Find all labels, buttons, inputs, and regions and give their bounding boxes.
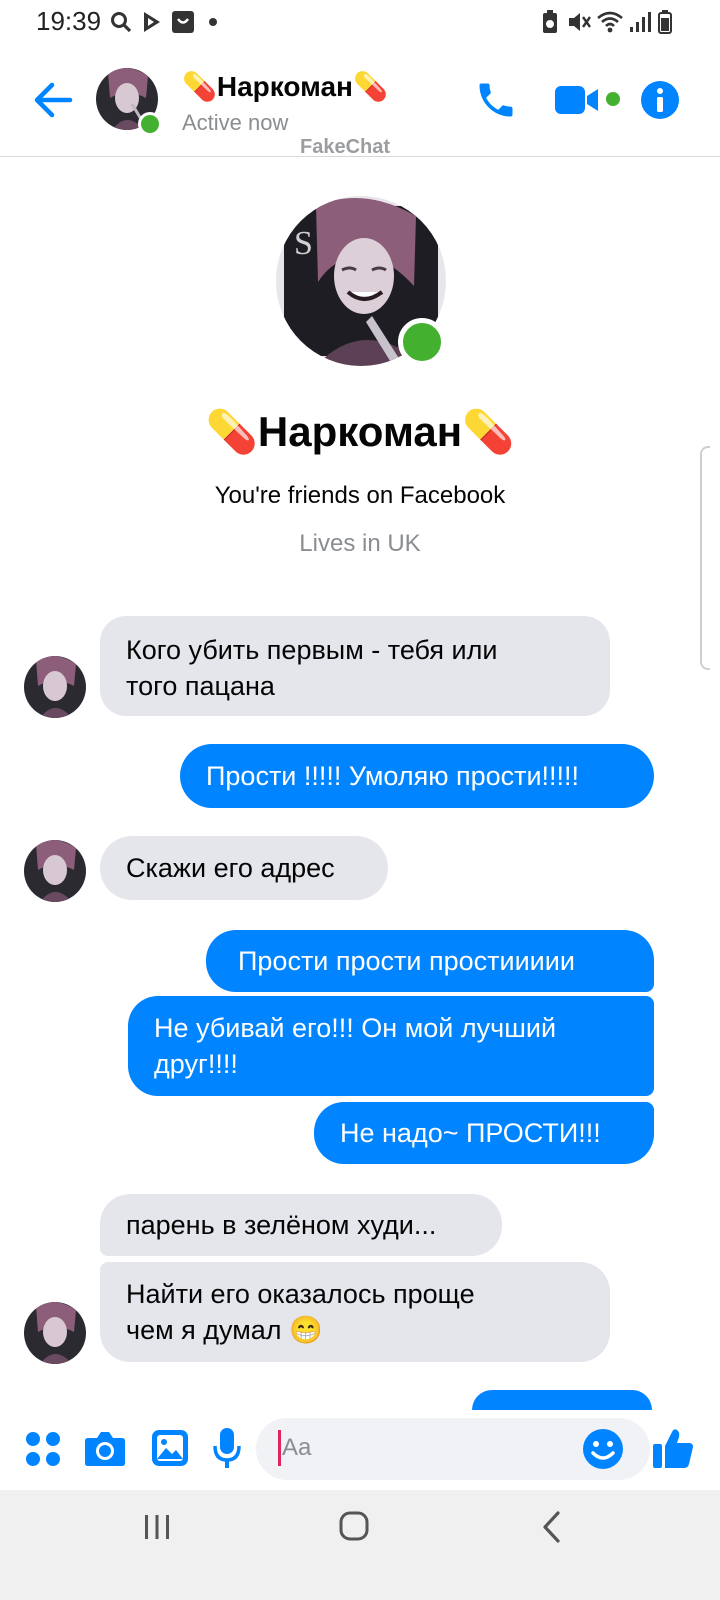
message-text: Не надо~ ПРОСТИ!!! (340, 1118, 601, 1148)
message-input-placeholder: Aa (282, 1434, 312, 1461)
message-bubble-outgoing[interactable]: Не надо~ ПРОСТИ!!! (314, 1102, 654, 1164)
watermark: FakeChat (300, 136, 391, 158)
contact-name[interactable]: 💊Наркоман💊 (182, 70, 388, 103)
recent-apps-icon[interactable] (142, 1512, 172, 1542)
text-caret (278, 1430, 281, 1466)
svg-text:S: S (294, 225, 313, 262)
message-text: Не убивай его!!! Он мой лучший (154, 1013, 557, 1043)
dot-icon (206, 10, 220, 34)
message-text: Найти его оказалось проще (126, 1279, 475, 1309)
camera-icon[interactable] (84, 1428, 126, 1468)
phone-icon[interactable] (474, 78, 518, 122)
video-camera-icon[interactable] (554, 82, 602, 118)
profile-name: 💊Наркоман💊 (205, 408, 515, 455)
message-text: парень в зелёном худи... (126, 1210, 437, 1240)
sender-avatar[interactable] (24, 656, 86, 718)
message-bubble-incoming[interactable]: Найти его оказалось проще чем я думал 😁 (100, 1262, 610, 1362)
thumbs-up-icon[interactable] (652, 1426, 694, 1470)
lives-line: Lives in UK (299, 530, 421, 557)
search-icon (108, 10, 134, 34)
apps-icon[interactable] (24, 1430, 62, 1468)
message-text: Кого убить первым - тебя или (126, 635, 498, 665)
message-text: Прости !!!!! Умоляю прости!!!!! (206, 761, 580, 791)
message-bubble-outgoing-partial (472, 1390, 652, 1410)
message-text: того пацана (126, 671, 275, 701)
chat-header: 💊Наркоман💊 Active now FakeChat (0, 44, 720, 158)
sender-avatar[interactable] (24, 1302, 86, 1364)
info-icon[interactable] (640, 80, 680, 120)
microphone-icon[interactable] (212, 1426, 242, 1470)
mute-icon (566, 10, 592, 34)
scrollbar[interactable] (700, 446, 710, 670)
message-bubble-incoming[interactable]: Кого убить первым - тебя или того пацана (100, 616, 610, 716)
message-text: Скажи его адрес (126, 853, 335, 883)
home-icon[interactable] (338, 1510, 370, 1542)
back-icon[interactable] (540, 1510, 564, 1544)
gallery-icon[interactable] (150, 1428, 190, 1468)
message-bubble-incoming[interactable]: Скажи его адрес (100, 836, 388, 900)
arrow-left-icon[interactable] (30, 80, 76, 120)
friends-line: You're friends on Facebook (214, 482, 506, 509)
message-bubble-incoming[interactable]: парень в зелёном худи... (100, 1194, 502, 1256)
status-time: 19:39 (36, 6, 102, 36)
system-navigation-bar (0, 1490, 720, 1600)
online-indicator (138, 112, 162, 136)
sender-avatar[interactable] (24, 840, 86, 902)
battery-icon (656, 10, 674, 34)
smiley-icon[interactable] (582, 1428, 624, 1470)
message-bubble-outgoing[interactable]: Не убивай его!!! Он мой лучший друг!!!! (128, 996, 654, 1096)
play-store-icon (140, 10, 164, 34)
profile-online-indicator (398, 318, 446, 366)
message-text: Прости прости простиииии (238, 946, 575, 976)
signal-icon (628, 10, 652, 34)
message-bubble-outgoing[interactable]: Прости прости простиииии (206, 930, 654, 992)
status-bar: 19:39 (0, 0, 720, 44)
message-bubble-outgoing[interactable]: Прости !!!!! Умоляю прости!!!!! (180, 744, 654, 808)
battery-saver-icon (540, 10, 560, 34)
wifi-icon (596, 10, 624, 34)
video-active-dot (606, 92, 620, 106)
contact-status: Active now (182, 110, 289, 135)
message-text: друг!!!! (154, 1049, 238, 1079)
message-text: чем я думал 😁 (126, 1315, 323, 1345)
app-icon (170, 10, 196, 34)
